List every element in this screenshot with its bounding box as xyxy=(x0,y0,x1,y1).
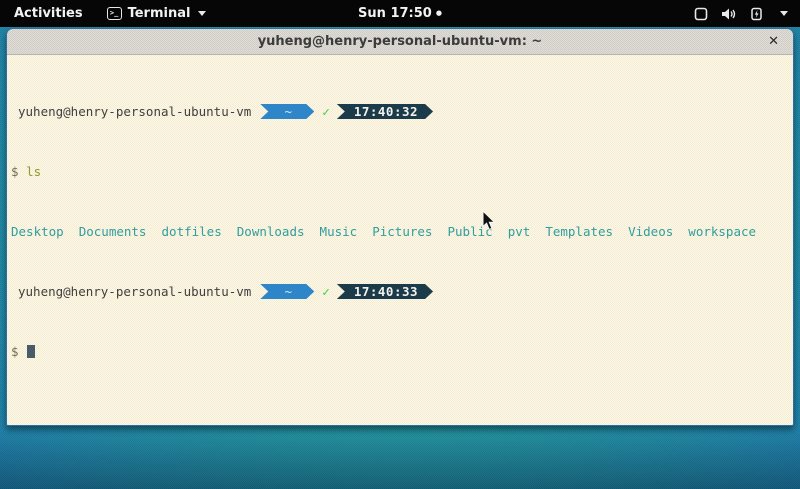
prompt-symbol: $ xyxy=(11,344,19,359)
prompt-time-segment: 17:40:33 xyxy=(337,284,433,299)
checkmark-icon: ✓ xyxy=(322,284,330,299)
clock-button[interactable]: Sun 17:50 ● xyxy=(358,0,442,27)
terminal-screen[interactable]: yuheng@henry-personal-ubuntu-vm ~ ✓ 17:4… xyxy=(7,55,793,425)
text-cursor xyxy=(27,345,35,358)
prompt-line: yuheng@henry-personal-ubuntu-vm ~ ✓ 17:4… xyxy=(11,104,787,119)
close-icon[interactable]: ✕ xyxy=(768,29,779,54)
activities-button[interactable]: Activities xyxy=(0,0,97,27)
terminal-icon: >_ xyxy=(107,7,122,20)
screen-icon xyxy=(694,7,708,21)
prompt-symbol: $ xyxy=(11,164,19,179)
battery-charging-icon xyxy=(750,7,765,21)
activities-label: Activities xyxy=(14,6,83,21)
volume-icon xyxy=(721,7,737,21)
window-titlebar[interactable]: yuheng@henry-personal-ubuntu-vm: ~ ✕ xyxy=(7,29,793,55)
prompt-time-segment: 17:40:32 xyxy=(337,104,433,119)
window-title: yuheng@henry-personal-ubuntu-vm: ~ xyxy=(258,34,543,49)
command-text: ls xyxy=(26,164,41,179)
top-bar: Activities >_ Terminal Sun 17:50 ● xyxy=(0,0,800,27)
app-menu-label: Terminal xyxy=(128,6,191,21)
terminal-window: yuheng@henry-personal-ubuntu-vm: ~ ✕ yuh… xyxy=(6,28,794,426)
input-line[interactable]: $ xyxy=(11,344,787,359)
prompt-user-host: yuheng@henry-personal-ubuntu-vm xyxy=(11,284,251,299)
chevron-down-icon xyxy=(198,11,206,16)
prompt-line: yuheng@henry-personal-ubuntu-vm ~ ✓ 17:4… xyxy=(11,284,787,299)
prompt-cwd-segment: ~ xyxy=(260,284,314,299)
ls-output: Desktop Documents dotfiles Downloads Mus… xyxy=(11,224,787,239)
chevron-down-icon xyxy=(780,11,788,16)
checkmark-icon: ✓ xyxy=(322,104,330,119)
clock-label: Sun 17:50 xyxy=(358,6,432,21)
prompt-cwd-segment: ~ xyxy=(260,104,314,119)
command-line: $ ls xyxy=(11,164,787,179)
app-menu-terminal[interactable]: >_ Terminal xyxy=(97,0,217,27)
system-tray[interactable] xyxy=(682,0,800,27)
notification-dot-icon: ● xyxy=(436,10,442,17)
prompt-user-host: yuheng@henry-personal-ubuntu-vm xyxy=(11,104,251,119)
